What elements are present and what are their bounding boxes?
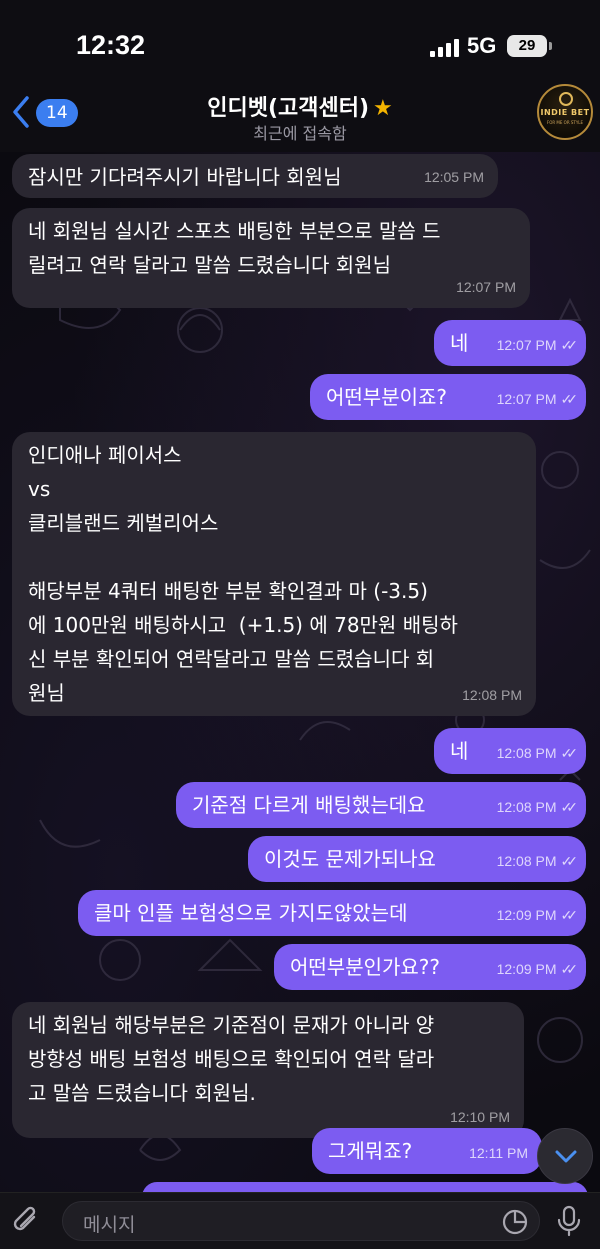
message-bubble[interactable]: 네 12:08 PM ✓✓ (434, 728, 586, 774)
message-bubble[interactable]: 그게뭐죠? 12:11 PM (312, 1128, 542, 1174)
star-icon: ★ (373, 96, 393, 121)
message-bubble[interactable]: 클마 인플 보험성으로 가지도않았는데 12:09 PM ✓✓ (78, 890, 586, 936)
battery-level: 29 (518, 37, 536, 54)
message-bubble[interactable]: 네 회원님 실시간 스포츠 배팅한 부분으로 말씀 드 릴려고 연락 달라고 말… (12, 208, 530, 308)
chat-title-text: 인디벳(고객센터) (207, 96, 370, 121)
message-text: 네 회원님 해당부분은 기준점이 문재가 아니라 양 방향성 배팅 보험성 배팅… (28, 1013, 435, 1105)
message-list: 잠시만 기다려주시기 바랍니다 회원님 12:05 PM 네 회원님 실시간 스… (0, 152, 600, 1212)
message-time: 12:08 PM ✓✓ (497, 790, 579, 824)
message-bubble[interactable]: 네 회원님 해당부분은 기준점이 문재가 아니라 양 방향성 배팅 보험성 배팅… (12, 1002, 524, 1138)
message-bubble[interactable]: 네 12:07 PM ✓✓ (434, 320, 586, 366)
message-time: 12:11 PM (469, 1145, 528, 1161)
double-check-icon: ✓✓ (560, 337, 579, 353)
message-bubble[interactable]: 이것도 문제가되나요 12:08 PM ✓✓ (248, 836, 586, 882)
message-text: 인디애나 페이서스 vs 클리블랜드 케벌리어스 해당부분 4쿼터 배팅한 부분… (28, 443, 458, 705)
double-check-icon: ✓✓ (560, 907, 579, 923)
message-bubble[interactable]: 기준점 다르게 배팅했는데요 12:08 PM ✓✓ (176, 782, 586, 828)
avatar[interactable]: INDIE BET FOR ME OR STYLE (537, 84, 593, 140)
message-time: 12:08 PM (462, 687, 522, 703)
network-type: 5G (467, 33, 497, 58)
status-time: 12:32 (76, 30, 146, 60)
message-time: 12:09 PM ✓✓ (497, 952, 579, 986)
scroll-down-button[interactable] (537, 1128, 593, 1184)
battery-icon: 29 (507, 35, 552, 57)
message-time: 12:07 PM (456, 279, 516, 295)
microphone-icon[interactable] (556, 1205, 582, 1241)
message-time: 12:05 PM (424, 169, 484, 185)
message-text: 네 회원님 실시간 스포츠 배팅한 부분으로 말씀 드 릴려고 연락 달라고 말… (28, 219, 441, 277)
chat-title[interactable]: 인디벳(고객센터) ★ (0, 90, 600, 122)
double-check-icon: ✓✓ (560, 745, 579, 761)
double-check-icon: ✓✓ (560, 961, 579, 977)
message-time: 12:08 PM ✓✓ (497, 844, 579, 878)
avatar-logo-text: INDIE BET (540, 108, 590, 117)
message-time: 12:09 PM ✓✓ (497, 898, 579, 932)
message-input-placeholder: 메시지 (83, 1214, 136, 1236)
message-bubble[interactable]: 어떤부분이죠? 12:07 PM ✓✓ (310, 374, 586, 420)
sticker-icon[interactable] (501, 1208, 529, 1240)
logo-emblem-icon (559, 92, 573, 106)
message-time: 12:07 PM ✓✓ (497, 382, 579, 416)
message-text: 잠시만 기다려주시기 바랍니다 회원님 (28, 165, 342, 189)
message-time: 12:07 PM ✓✓ (497, 328, 579, 362)
status-bar: 12:32 5G 29 (0, 0, 600, 86)
message-bubble[interactable]: 인디애나 페이서스 vs 클리블랜드 케벌리어스 해당부분 4쿼터 배팅한 부분… (12, 432, 536, 716)
chat-status: 최근에 접속함 (253, 124, 347, 143)
double-check-icon: ✓✓ (560, 799, 579, 815)
chat-header: 14 인디벳(고객센터) ★ 최근에 접속함 INDIE BET FOR ME O… (0, 84, 600, 152)
message-bubble[interactable]: 어떤부분인가요?? 12:09 PM ✓✓ (274, 944, 586, 990)
double-check-icon: ✓✓ (560, 391, 579, 407)
avatar-logo-subtext: FOR ME OR STYLE (546, 120, 584, 125)
chevron-down-icon (555, 1143, 577, 1173)
message-input[interactable]: 메시지 (62, 1201, 540, 1241)
double-check-icon: ✓✓ (560, 853, 579, 869)
message-time: 12:08 PM ✓✓ (497, 736, 579, 770)
signal-icon (430, 37, 460, 57)
paperclip-icon[interactable] (12, 1205, 42, 1241)
message-composer: 메시지 (0, 1192, 600, 1249)
message-bubble[interactable]: 잠시만 기다려주시기 바랍니다 회원님 12:05 PM (12, 154, 498, 198)
